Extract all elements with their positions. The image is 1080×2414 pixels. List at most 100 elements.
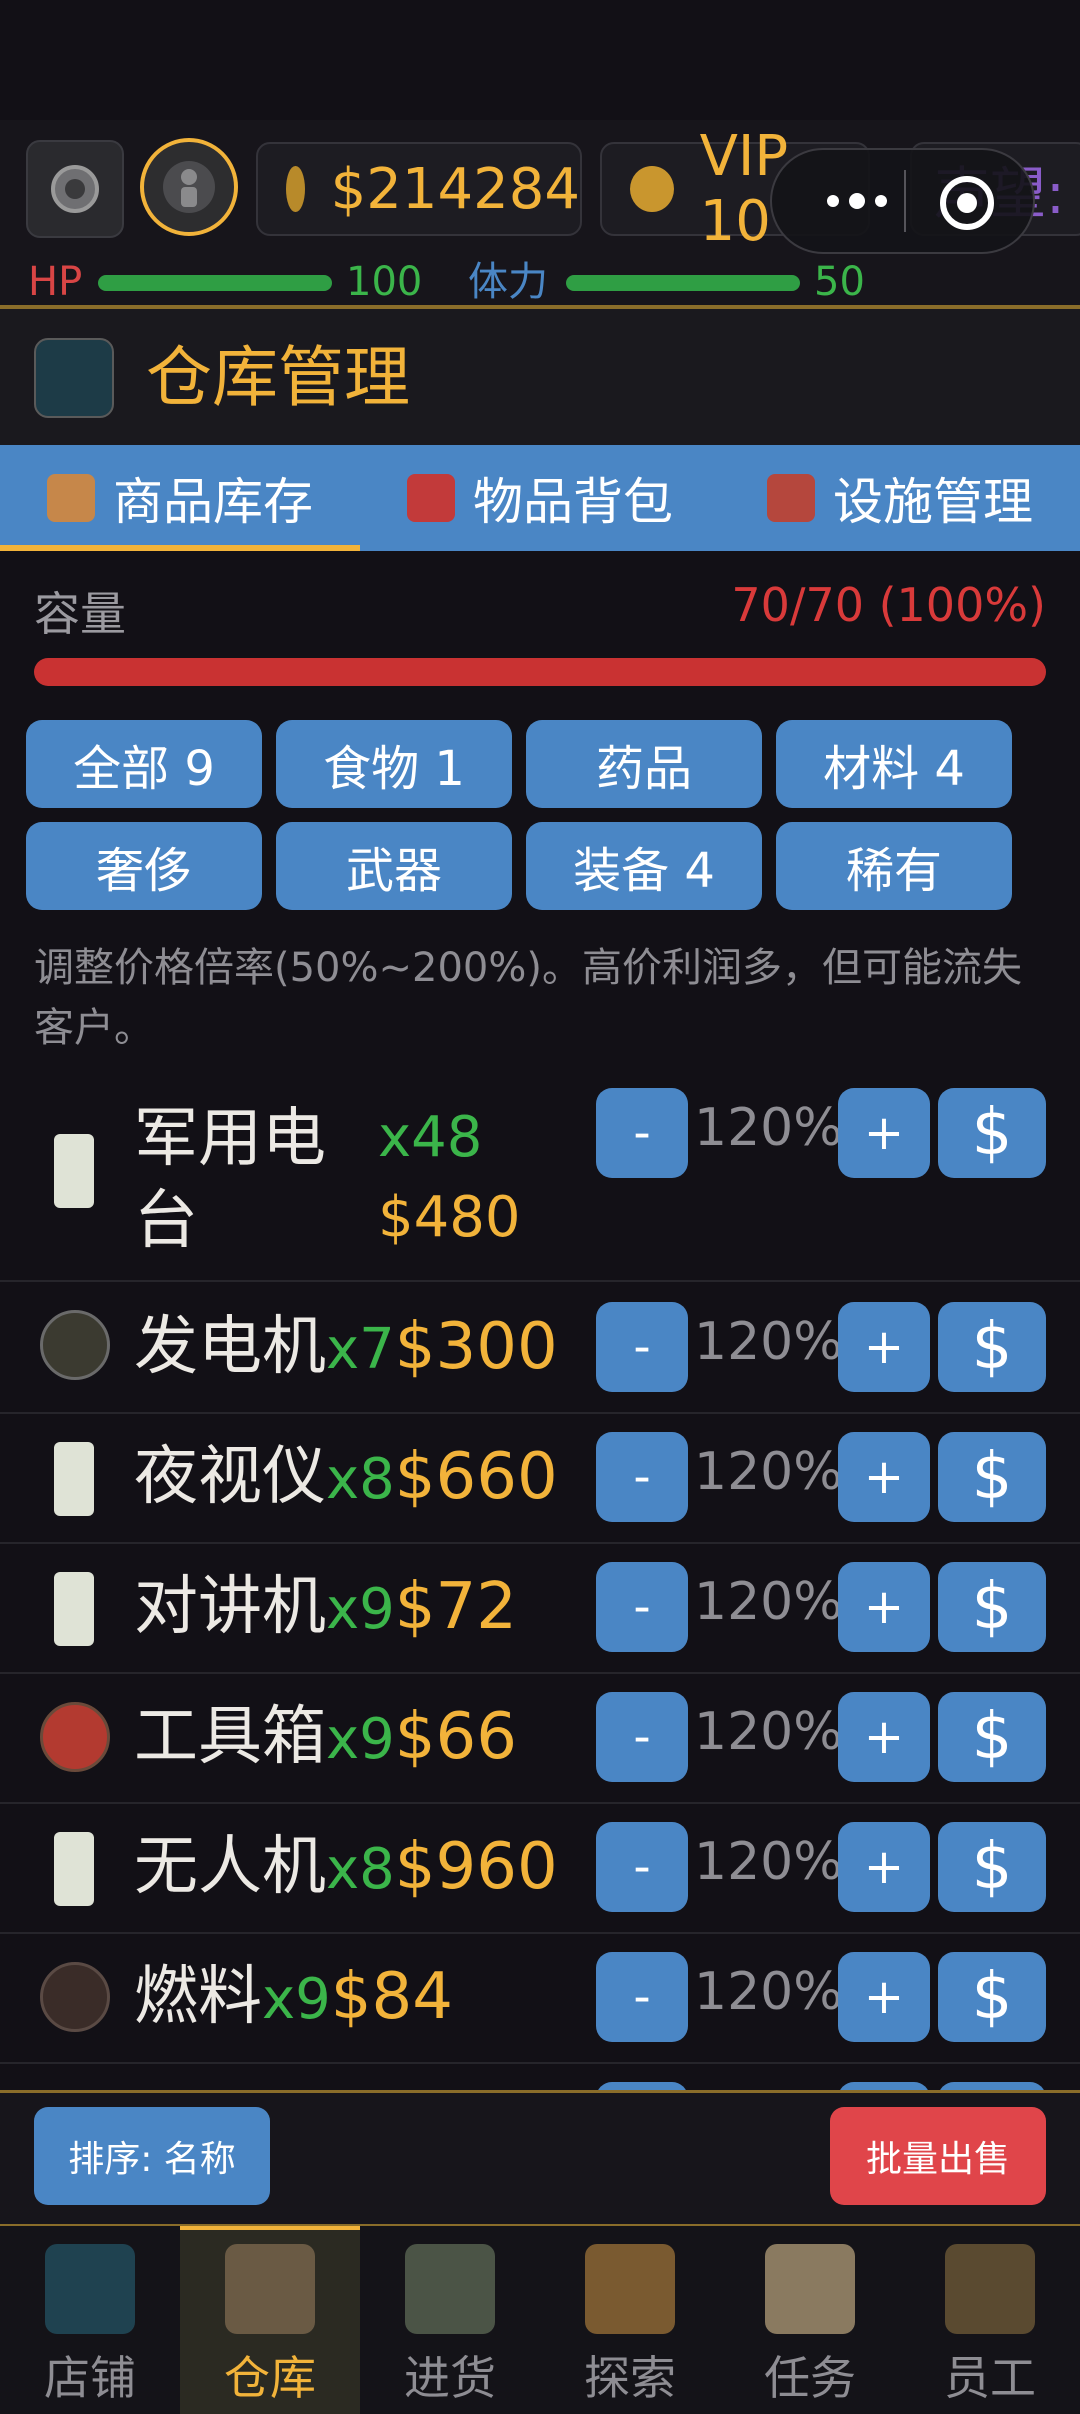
map-icon <box>585 2244 675 2334</box>
more-dots-icon <box>827 193 887 209</box>
price-note: 调整价格倍率(50%~200%)。高价利润多，但可能流失客户。 <box>34 945 1022 1051</box>
increase-price-button[interactable]: + <box>838 1822 930 1912</box>
sell-button[interactable]: $ <box>938 1822 1046 1912</box>
price-multiplier: 120% <box>694 1572 843 1632</box>
nav-warehouse[interactable]: 仓库 <box>180 2226 360 2414</box>
checklist-icon <box>765 2244 855 2334</box>
sell-button[interactable]: $ <box>938 1952 1046 2042</box>
bottom-nav: 店铺 仓库 进货 探索 任务 员工 <box>0 2224 1080 2414</box>
shop-icon <box>34 338 114 418</box>
increase-price-button[interactable]: + <box>838 1302 930 1392</box>
list-item: 无人机x8$960 - 120% + $ <box>0 1804 1080 1934</box>
batch-sell-button[interactable]: 批量出售 <box>830 2107 1046 2205</box>
more-button[interactable] <box>802 176 912 226</box>
stamina-bar <box>566 275 800 291</box>
hp-value: 100 <box>346 259 423 305</box>
settings-gear-button[interactable] <box>26 140 124 238</box>
decrease-price-button[interactable]: - <box>596 1562 688 1652</box>
filter-equipment[interactable]: 装备 4 <box>526 822 762 910</box>
team-icon <box>945 2244 1035 2334</box>
tab-label: 物品背包 <box>473 473 673 531</box>
item-price: $480 <box>378 1185 521 1250</box>
filter-materials[interactable]: 材料 4 <box>776 720 1012 808</box>
item-name: 燃料x9$84 <box>134 1960 453 2034</box>
decrease-price-button[interactable]: - <box>596 1432 688 1522</box>
fuel-icon <box>40 1962 110 2032</box>
nav-shop[interactable]: 店铺 <box>0 2226 180 2414</box>
item-name: 发电机x7$300 <box>134 1310 558 1384</box>
nav-purchase[interactable]: 进货 <box>360 2226 540 2414</box>
sell-button[interactable]: $ <box>938 1692 1046 1782</box>
item-name: 对讲机x9$72 <box>134 1570 517 1644</box>
increase-price-button[interactable]: + <box>838 1088 930 1178</box>
mini-program-capsule <box>770 148 1035 254</box>
nav-label: 进货 <box>404 2351 496 2405</box>
stamina-value: 50 <box>814 259 865 305</box>
sell-button[interactable]: $ <box>938 1432 1046 1522</box>
tab-facilities[interactable]: 设施管理 <box>720 445 1080 551</box>
coin-icon <box>286 166 305 212</box>
nav-tasks[interactable]: 任务 <box>720 2226 900 2414</box>
nav-explore[interactable]: 探索 <box>540 2226 720 2414</box>
increase-price-button[interactable]: + <box>838 1952 930 2042</box>
list-item: 工具箱x9$66 - 120% + $ <box>0 1674 1080 1804</box>
sort-button[interactable]: 排序: 名称 <box>34 2107 270 2205</box>
capsule-divider <box>904 170 906 232</box>
decrease-price-button[interactable]: - <box>596 1822 688 1912</box>
target-icon <box>940 176 994 230</box>
price-multiplier: 120% <box>694 1962 843 2022</box>
decrease-price-button[interactable]: - <box>596 1692 688 1782</box>
list-item: 军用电台 x48 $480 - 120% + $ <box>0 1058 1080 1282</box>
increase-price-button[interactable]: + <box>838 1562 930 1652</box>
money-pill: $214284 <box>256 142 582 236</box>
list-item: 发电机x7$300 - 120% + $ <box>0 1282 1080 1414</box>
close-button[interactable] <box>934 170 1000 236</box>
filter-medicine[interactable]: 药品 <box>526 720 762 808</box>
tab-label: 设施管理 <box>833 473 1033 531</box>
radio-icon <box>54 1572 94 1646</box>
avatar[interactable] <box>140 138 238 236</box>
decrease-price-button[interactable]: - <box>596 1088 688 1178</box>
package-icon <box>47 474 95 522</box>
page-title: 仓库管理 <box>146 339 410 416</box>
tab-inventory[interactable]: 商品库存 <box>0 445 360 551</box>
sell-button[interactable]: $ <box>938 1088 1046 1178</box>
energy-icon <box>40 1310 110 1380</box>
filter-weapons[interactable]: 武器 <box>276 822 512 910</box>
item-name: 工具箱x9$66 <box>134 1700 517 1774</box>
nav-label: 仓库 <box>224 2351 316 2405</box>
radio-icon <box>54 1134 94 1208</box>
sell-button[interactable]: $ <box>938 1302 1046 1392</box>
item-name: 夜视仪x8$660 <box>134 1440 558 1514</box>
crane-icon <box>767 474 815 522</box>
filter-rare[interactable]: 稀有 <box>776 822 1012 910</box>
list-item: 燃料x9$84 - 120% + $ <box>0 1934 1080 2064</box>
tab-backpack[interactable]: 物品背包 <box>360 445 720 551</box>
decrease-price-button[interactable]: - <box>596 1302 688 1392</box>
hp-bar <box>98 275 332 291</box>
filter-luxury[interactable]: 奢侈 <box>26 822 262 910</box>
tab-bar: 商品库存 物品背包 设施管理 <box>0 445 1080 551</box>
toolbox-icon <box>40 1702 110 1772</box>
truck-icon <box>405 2244 495 2334</box>
capacity-label: 容量 <box>34 587 126 641</box>
capacity-value: 70/70 (100%) <box>731 578 1046 632</box>
stamina-label: 体力 <box>468 259 548 305</box>
soldier-avatar-icon <box>163 161 215 213</box>
increase-price-button[interactable]: + <box>838 1432 930 1522</box>
sell-button[interactable]: $ <box>938 1562 1046 1652</box>
radio-icon <box>54 1832 94 1906</box>
money-value: $214284 <box>330 156 580 222</box>
decrease-price-button[interactable]: - <box>596 1952 688 2042</box>
status-bar <box>0 0 1080 120</box>
item-name: 无人机x8$960 <box>134 1830 558 1904</box>
price-multiplier: 120% <box>694 1312 843 1372</box>
price-multiplier: 120% <box>694 1442 843 1502</box>
filter-all[interactable]: 全部 9 <box>26 720 262 808</box>
price-multiplier: 120% <box>694 1702 843 1762</box>
item-name: 军用电台 <box>134 1102 326 1258</box>
nav-staff[interactable]: 员工 <box>900 2226 1080 2414</box>
list-item: 对讲机x9$72 - 120% + $ <box>0 1544 1080 1674</box>
filter-food[interactable]: 食物 1 <box>276 720 512 808</box>
increase-price-button[interactable]: + <box>838 1692 930 1782</box>
